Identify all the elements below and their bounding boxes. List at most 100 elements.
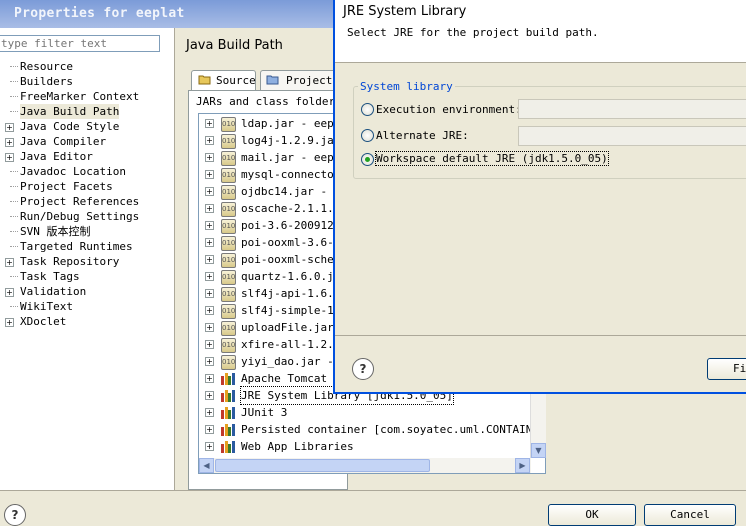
tree-connector xyxy=(10,306,18,307)
ok-button[interactable]: OK xyxy=(548,504,636,526)
expand-icon[interactable]: + xyxy=(205,221,214,230)
nav-item-label: Project Facets xyxy=(20,180,113,193)
nav-item[interactable]: FreeMarker Context xyxy=(20,89,139,104)
expand-icon[interactable]: + xyxy=(5,123,14,132)
footer-separator xyxy=(0,490,746,491)
jar-icon: 010 xyxy=(221,355,236,370)
alternate-jre-combo xyxy=(518,126,746,146)
expand-icon[interactable]: + xyxy=(5,138,14,147)
expand-icon[interactable]: + xyxy=(205,119,214,128)
jre-help-icon[interactable]: ? xyxy=(352,358,374,380)
nav-item[interactable]: Resource xyxy=(20,59,73,74)
library-icon xyxy=(221,440,235,453)
nav-item[interactable]: Task Tags xyxy=(20,269,80,284)
nav-item-label: Task Repository xyxy=(20,255,120,268)
library-row[interactable]: + Web App Libraries xyxy=(199,438,545,455)
nav-item[interactable]: Run/Debug Settings xyxy=(20,209,139,224)
library-name: poi-3.6-2009121 xyxy=(241,219,341,232)
tree-connector xyxy=(10,171,18,172)
jar-icon: 010 xyxy=(221,236,236,251)
library-name: Persisted container [com.soyatec.uml.CON… xyxy=(241,423,546,436)
scroll-right-icon[interactable]: ▶ xyxy=(515,458,530,473)
expand-icon[interactable]: + xyxy=(205,204,214,213)
library-icon xyxy=(221,406,235,419)
library-row[interactable]: + JUnit 3 xyxy=(199,404,545,421)
expand-icon[interactable]: + xyxy=(205,323,214,332)
scroll-down-icon[interactable]: ▼ xyxy=(531,443,546,458)
workspace-default-jre-radio[interactable] xyxy=(361,153,374,166)
nav-item[interactable]: Java Build Path xyxy=(20,104,120,119)
jar-icon: 010 xyxy=(221,321,236,336)
finish-button[interactable]: Finish xyxy=(707,358,746,380)
nav-item[interactable]: Task Repository xyxy=(20,254,119,269)
nav-item[interactable]: Builders xyxy=(20,74,73,89)
horizontal-scroll-thumb[interactable] xyxy=(215,459,430,472)
expand-icon[interactable]: + xyxy=(205,340,214,349)
expand-icon[interactable]: + xyxy=(205,272,214,281)
tree-connector xyxy=(10,276,18,277)
expand-icon[interactable]: + xyxy=(205,374,214,383)
alternate-jre-radio[interactable] xyxy=(361,129,374,142)
tree-connector xyxy=(10,66,18,67)
tab-source[interactable]: Source xyxy=(191,70,256,90)
expand-icon[interactable]: + xyxy=(205,153,214,162)
tab-projects[interactable]: Projects xyxy=(260,70,339,90)
nav-item[interactable]: Project Facets xyxy=(20,179,113,194)
property-nav-panel: Resource Builders FreeMarker Context Java B… xyxy=(0,28,175,490)
scroll-left-icon[interactable]: ◀ xyxy=(199,458,214,473)
help-icon[interactable]: ? xyxy=(4,504,26,526)
nav-item[interactable]: WikiText xyxy=(20,299,73,314)
expand-icon[interactable]: + xyxy=(205,442,214,451)
nav-item[interactable]: Java Code Style xyxy=(20,119,119,134)
nav-item-label: Validation xyxy=(20,285,87,298)
nav-item-label: FreeMarker Context xyxy=(20,90,140,103)
nav-item-label: Javadoc Location xyxy=(20,165,126,178)
nav-item[interactable]: XDoclet xyxy=(20,314,66,329)
expand-icon[interactable]: + xyxy=(5,153,14,162)
expand-icon[interactable]: + xyxy=(205,255,214,264)
nav-item[interactable]: SVN 版本控制 xyxy=(20,224,91,239)
expand-icon[interactable]: + xyxy=(205,136,214,145)
alternate-jre-label: Alternate JRE: xyxy=(376,129,469,142)
library-name: ojdbc14.jar - e xyxy=(241,185,341,198)
execution-environment-radio[interactable] xyxy=(361,103,374,116)
library-row[interactable]: + Persisted container [com.soyatec.uml.CO… xyxy=(199,421,546,438)
finish-button-label: Finish xyxy=(733,362,746,375)
library-name: uploadFile.jar xyxy=(241,321,334,334)
jre-footer-separator xyxy=(335,335,746,336)
tree-connector xyxy=(10,111,18,112)
jar-icon: 010 xyxy=(221,117,236,132)
nav-item[interactable]: Validation xyxy=(20,284,86,299)
expand-icon[interactable]: + xyxy=(205,408,214,417)
library-name: slf4j-simple-1. xyxy=(241,304,341,317)
nav-item-label: Java Build Path xyxy=(20,105,120,118)
jar-icon: 010 xyxy=(221,304,236,319)
source-folder-icon xyxy=(198,73,211,85)
cancel-button[interactable]: Cancel xyxy=(644,504,736,526)
library-icon xyxy=(221,372,235,385)
nav-item-label: XDoclet xyxy=(20,315,67,328)
nav-item[interactable]: Project References xyxy=(20,194,139,209)
nav-item-label: Resource xyxy=(20,60,73,73)
expand-icon[interactable]: + xyxy=(205,306,214,315)
expand-icon[interactable]: + xyxy=(205,238,214,247)
nav-item[interactable]: Javadoc Location xyxy=(20,164,126,179)
nav-item[interactable]: Java Compiler xyxy=(20,134,106,149)
expand-icon[interactable]: + xyxy=(5,318,14,327)
horizontal-scrollbar[interactable]: ◀ ▶ xyxy=(199,458,531,473)
expand-icon[interactable]: + xyxy=(205,391,214,400)
nav-item[interactable]: Targeted Runtimes xyxy=(20,239,133,254)
expand-icon[interactable]: + xyxy=(205,357,214,366)
expand-icon[interactable]: + xyxy=(5,258,14,267)
expand-icon[interactable]: + xyxy=(205,425,214,434)
expand-icon[interactable]: + xyxy=(5,288,14,297)
tab-source-label: Source xyxy=(216,74,256,87)
nav-item[interactable]: Java Editor xyxy=(20,149,93,164)
workspace-default-jre-label: Workspace default JRE (jdk1.5.0_05) xyxy=(375,151,609,166)
jar-icon: 010 xyxy=(221,134,236,149)
tree-connector xyxy=(10,186,18,187)
filter-input[interactable] xyxy=(0,35,160,52)
expand-icon[interactable]: + xyxy=(205,187,214,196)
expand-icon[interactable]: + xyxy=(205,170,214,179)
expand-icon[interactable]: + xyxy=(205,289,214,298)
